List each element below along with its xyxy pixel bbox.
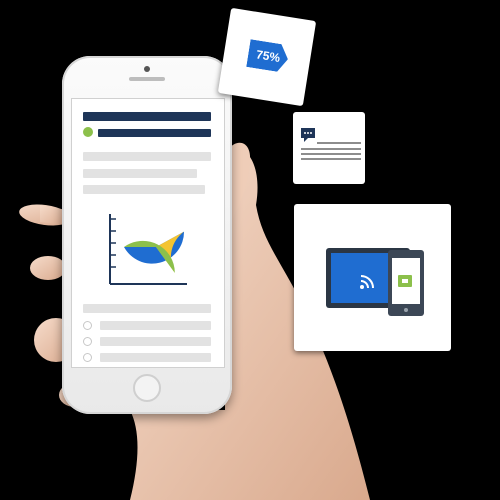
- document-illustration: [301, 128, 361, 160]
- radio-option-1[interactable]: [83, 321, 92, 330]
- shopping-cart-icon: [398, 275, 412, 287]
- header-bar: [83, 112, 211, 121]
- home-button[interactable]: [133, 374, 161, 402]
- text-line: [83, 152, 211, 161]
- status-dot: [83, 127, 93, 137]
- text-line: [83, 304, 211, 313]
- option-line: [100, 321, 211, 330]
- text-line: [83, 185, 205, 194]
- pie-slice-blue: [124, 231, 185, 264]
- devices-illustration: [326, 248, 424, 316]
- option-line: [100, 353, 211, 362]
- smartphone: [62, 56, 232, 414]
- option-line: [100, 337, 211, 346]
- phone-screen: [71, 98, 225, 368]
- pie-chart: [109, 214, 187, 285]
- subheader-bar: [98, 129, 211, 137]
- radio-option-3[interactable]: [83, 353, 92, 362]
- percent-badge: 75%: [246, 39, 290, 73]
- camera-icon: [144, 66, 150, 72]
- percent-card: 75%: [217, 7, 317, 107]
- radio-option-2[interactable]: [83, 337, 92, 346]
- speaker-grille: [129, 77, 165, 81]
- text-line: [83, 169, 197, 178]
- document-card: [293, 112, 365, 184]
- devices-card: [294, 204, 451, 351]
- chat-bubble-icon: [301, 128, 315, 142]
